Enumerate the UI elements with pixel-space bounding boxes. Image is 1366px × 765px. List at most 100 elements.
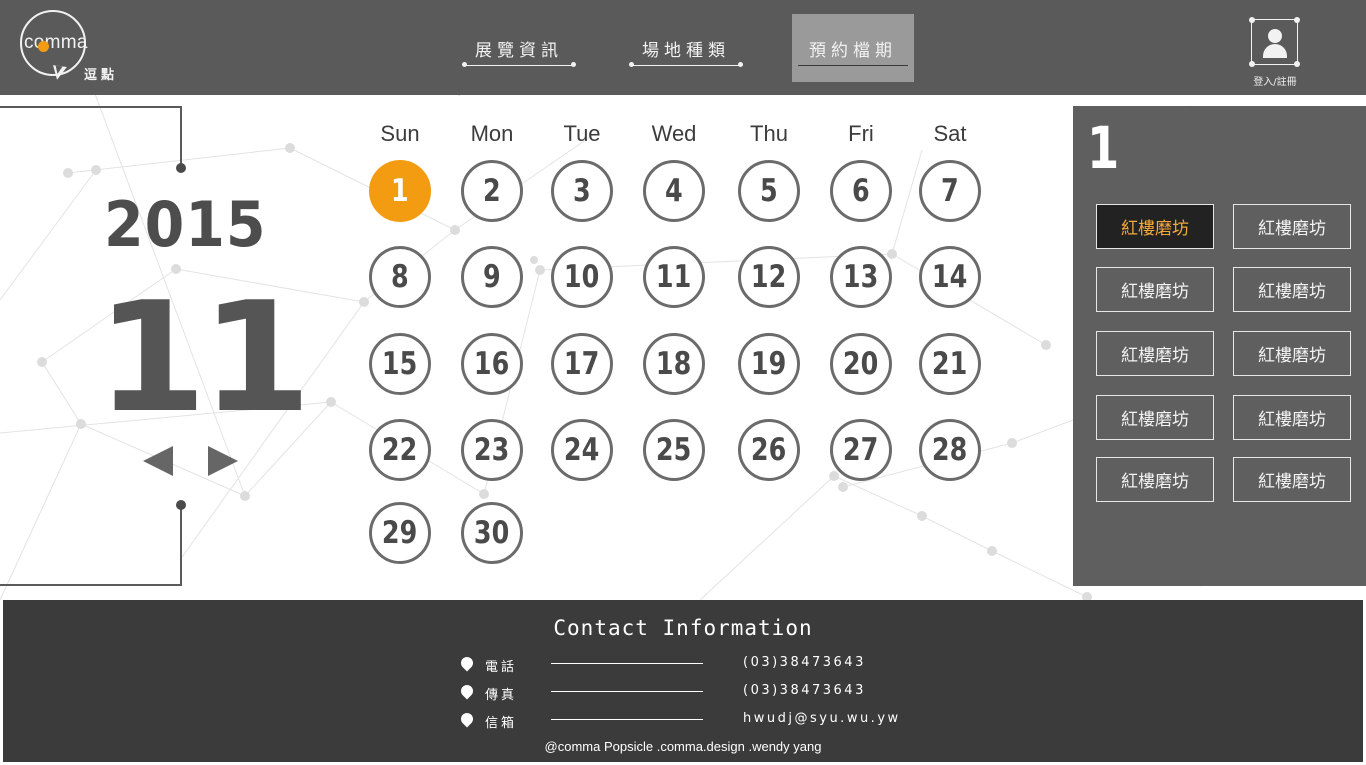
calendar-day-14[interactable]: 14: [919, 246, 981, 308]
calendar-day-29[interactable]: 29: [369, 502, 431, 564]
day-number: 11: [656, 259, 692, 295]
calendar-day-21[interactable]: 21: [919, 333, 981, 395]
contact-value: (03)38473643: [743, 683, 866, 698]
nav-booking-schedule[interactable]: 預約檔期: [792, 14, 914, 82]
calendar-day-26[interactable]: 26: [738, 419, 800, 481]
day-number: 10: [564, 259, 600, 295]
day-number: 19: [751, 346, 787, 382]
calendar-day-13[interactable]: 13: [830, 246, 892, 308]
calendar-day-4[interactable]: 4: [643, 160, 705, 222]
location-pin-icon: [458, 654, 476, 672]
venue-button[interactable]: 紅樓磨坊: [1096, 395, 1214, 440]
venue-button[interactable]: 紅樓磨坊: [1233, 267, 1351, 312]
calendar-day-17[interactable]: 17: [551, 333, 613, 395]
calendar-day-2[interactable]: 2: [461, 160, 523, 222]
day-number: 6: [852, 173, 870, 209]
page: comma 逗點 展覽資訊 場地種類 預約檔期 登入/註冊 2015 11 Su…: [0, 0, 1366, 765]
logo-orange-dot: [38, 41, 49, 52]
frame-dot: [176, 500, 186, 510]
contact-label: 電話: [485, 660, 518, 675]
calendar-day-30[interactable]: 30: [461, 502, 523, 564]
day-number: 18: [656, 346, 692, 382]
weekday-header: Tue: [563, 121, 601, 146]
contact-divider: [551, 663, 703, 664]
day-number: 4: [665, 173, 683, 209]
prev-month-arrow-icon[interactable]: [143, 446, 173, 476]
day-number: 21: [932, 346, 968, 382]
calendar-day-18[interactable]: 18: [643, 333, 705, 395]
logo-subtitle: 逗點: [84, 68, 119, 83]
login-label: 登入/註冊: [1253, 77, 1297, 88]
login-register-button[interactable]: 登入/註冊: [1248, 16, 1302, 92]
nav-underline: [464, 65, 574, 66]
venue-button[interactable]: 紅樓磨坊: [1233, 331, 1351, 376]
contact-row-email: 信箱 hwudj@syu.wu.yw: [458, 710, 959, 732]
weekday-header: Thu: [750, 121, 788, 146]
contact-row-fax: 傳真 (03)38473643: [458, 682, 959, 704]
user-icon: [1268, 29, 1282, 43]
calendar-day-9[interactable]: 9: [461, 246, 523, 308]
day-number: 14: [932, 259, 968, 295]
footer-credits: @comma Popsicle .comma.design .wendy yan…: [544, 739, 822, 754]
calendar-day-27[interactable]: 27: [830, 419, 892, 481]
venue-button[interactable]: 紅樓磨坊: [1233, 395, 1351, 440]
frame-line: [180, 506, 182, 586]
nav-venue-types[interactable]: 場地種類: [625, 14, 747, 82]
day-number: 2: [483, 173, 501, 209]
day-number: 16: [474, 346, 510, 382]
brand-logo[interactable]: comma 逗點: [18, 10, 128, 84]
calendar-day-7[interactable]: 7: [919, 160, 981, 222]
weekday-header: Sun: [380, 121, 420, 146]
venue-button[interactable]: 紅樓磨坊: [1233, 204, 1351, 249]
calendar-day-10[interactable]: 10: [551, 246, 613, 308]
calendar-day-5[interactable]: 5: [738, 160, 800, 222]
nav-dot: [462, 62, 467, 67]
venue-button[interactable]: 紅樓磨坊: [1096, 331, 1214, 376]
nav-label: 預約檔期: [809, 41, 897, 61]
calendar-day-11[interactable]: 11: [643, 246, 705, 308]
venue-button[interactable]: 紅樓磨坊: [1233, 457, 1351, 502]
nav-dot: [571, 62, 576, 67]
calendar-day-28[interactable]: 28: [919, 419, 981, 481]
calendar-day-6[interactable]: 6: [830, 160, 892, 222]
frame-line: [0, 584, 182, 586]
day-number: 15: [382, 346, 418, 382]
location-pin-icon: [458, 710, 476, 728]
contact-email-link[interactable]: hwudj@syu.wu.yw: [743, 711, 901, 726]
contact-divider: [551, 691, 703, 692]
nav-exhibition-info[interactable]: 展覽資訊: [458, 14, 580, 82]
calendar-day-8[interactable]: 8: [369, 246, 431, 308]
venue-button[interactable]: 紅樓磨坊: [1096, 457, 1214, 502]
user-icon-body: [1263, 44, 1287, 58]
calendar-day-12[interactable]: 12: [738, 246, 800, 308]
calendar-day-15[interactable]: 15: [369, 333, 431, 395]
current-month: 11: [96, 269, 312, 446]
contact-divider: [551, 719, 703, 720]
calendar-day-22[interactable]: 22: [369, 419, 431, 481]
frame-dot: [176, 163, 186, 173]
footer: Contact Information 電話 (03)38473643 傳真 (…: [3, 600, 1363, 762]
weekday-header: Sat: [933, 121, 967, 146]
day-number: 5: [760, 173, 778, 209]
calendar-day-24[interactable]: 24: [551, 419, 613, 481]
day-number: 26: [751, 432, 787, 468]
calendar-day-3[interactable]: 3: [551, 160, 613, 222]
venue-button[interactable]: 紅樓磨坊: [1096, 267, 1214, 312]
calendar-day-1[interactable]: 1: [369, 160, 431, 222]
logo-wordmark: comma: [24, 32, 88, 53]
login-avatar-frame: [1249, 17, 1300, 67]
day-number: 28: [932, 432, 968, 468]
calendar-day-20[interactable]: 20: [830, 333, 892, 395]
next-month-arrow-icon[interactable]: [208, 446, 238, 476]
top-header: comma 逗點 展覽資訊 場地種類 預約檔期 登入/註冊: [0, 0, 1366, 95]
calendar-day-16[interactable]: 16: [461, 333, 523, 395]
calendar-day-23[interactable]: 23: [461, 419, 523, 481]
calendar-day-19[interactable]: 19: [738, 333, 800, 395]
calendar-day-25[interactable]: 25: [643, 419, 705, 481]
day-number: 7: [941, 173, 959, 209]
day-number: 24: [564, 432, 600, 468]
contact-value: (03)38473643: [743, 655, 866, 670]
venue-button[interactable]: 紅樓磨坊: [1096, 204, 1214, 249]
day-number: 1: [391, 173, 409, 209]
contact-label: 傳真: [485, 688, 518, 703]
